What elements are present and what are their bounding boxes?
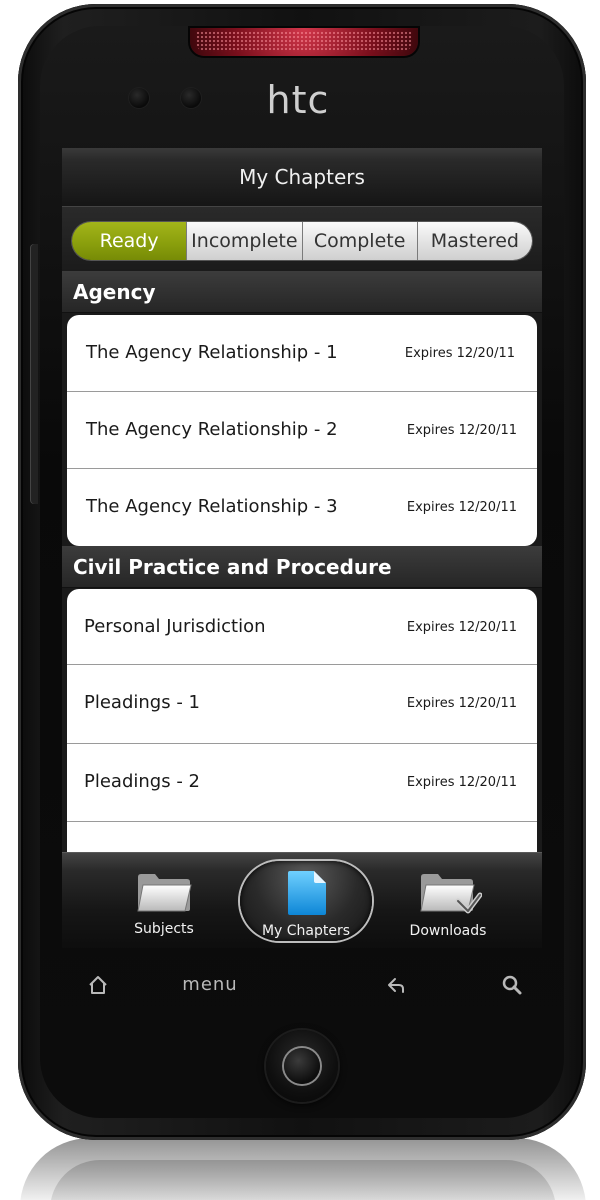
speaker-grille	[190, 28, 418, 56]
chapter-title: The Agency Relationship - 2	[86, 419, 338, 440]
nav-subjects[interactable]: Subjects	[118, 853, 210, 948]
section-header-agency: Agency	[62, 271, 542, 313]
nav-label: Downloads	[409, 923, 487, 939]
tab-mastered[interactable]: Mastered	[416, 222, 532, 260]
chapter-list-civil-practice: Personal Jurisdiction Expires 12/20/11 P…	[67, 589, 537, 859]
list-item[interactable]: Personal Jurisdiction Expires 12/20/11	[67, 589, 537, 665]
home-icon[interactable]	[76, 960, 120, 1010]
stage: htc My Chapters Ready Incomplete Complet…	[0, 0, 600, 1200]
chapter-title: Pleadings - 1	[84, 692, 200, 713]
chapter-title: Pleadings - 2	[84, 771, 200, 792]
tab-ready[interactable]: Ready	[72, 222, 187, 260]
trackball-center	[284, 1048, 320, 1084]
chapter-title: The Agency Relationship - 1	[86, 342, 338, 363]
nav-label: My Chapters	[261, 923, 351, 939]
front-camera	[181, 88, 201, 108]
trackball[interactable]	[266, 1030, 338, 1102]
list-item[interactable]: The Agency Relationship - 2 Expires 12/2…	[67, 392, 537, 469]
front-sensor	[129, 88, 149, 108]
volume-button[interactable]	[30, 244, 38, 504]
tab-incomplete[interactable]: Incomplete	[186, 222, 302, 260]
tab-complete[interactable]: Complete	[301, 222, 417, 260]
hardware-buttons: menu	[62, 960, 542, 1010]
phone-reflection-inner	[50, 1160, 556, 1200]
chapter-title: The Agency Relationship - 3	[86, 496, 338, 517]
back-arrow-icon[interactable]	[374, 960, 418, 1010]
bottom-navigation: Subjects My Chapters Downloads	[62, 852, 542, 948]
chapter-expiration: Expires 12/20/11	[406, 620, 517, 635]
chapter-expiration: Expires 12/20/11	[406, 423, 517, 438]
list-item[interactable]: The Agency Relationship - 3 Expires 12/2…	[67, 469, 537, 546]
phone-reflection	[20, 1138, 586, 1200]
search-icon[interactable]	[490, 960, 534, 1010]
list-item[interactable]: Pleadings - 1 Expires 12/20/11	[67, 665, 537, 744]
nav-my-chapters[interactable]: My Chapters	[248, 853, 364, 948]
chapter-list-agency: The Agency Relationship - 1 Expires 12/2…	[67, 315, 537, 546]
chapter-expiration: Expires 12/20/11	[406, 500, 517, 515]
app-screen: My Chapters Ready Incomplete Complete Ma…	[62, 148, 542, 948]
brand-logo: htc	[266, 78, 330, 122]
document-icon	[288, 871, 326, 915]
nav-label: Subjects	[134, 921, 194, 937]
chapter-expiration: Expires 12/20/11	[404, 346, 515, 361]
chapter-expiration: Expires 12/20/11	[406, 696, 517, 711]
nav-downloads[interactable]: Downloads	[402, 853, 494, 948]
folder-icon	[137, 874, 192, 912]
chapter-title: Personal Jurisdiction	[84, 616, 266, 637]
menu-button[interactable]: menu	[172, 960, 248, 1010]
chapter-expiration: Expires 12/20/11	[406, 775, 517, 790]
segmented-control: Ready Incomplete Complete Mastered	[72, 222, 532, 260]
tab-bar: Ready Incomplete Complete Mastered	[62, 207, 542, 271]
section-header-civil-practice: Civil Practice and Procedure	[62, 546, 542, 588]
page-title: My Chapters	[62, 148, 542, 207]
list-item[interactable]: The Agency Relationship - 1 Expires 12/2…	[67, 315, 537, 392]
folder-download-icon	[420, 874, 482, 914]
list-item[interactable]: Pleadings - 2 Expires 12/20/11	[67, 744, 537, 822]
